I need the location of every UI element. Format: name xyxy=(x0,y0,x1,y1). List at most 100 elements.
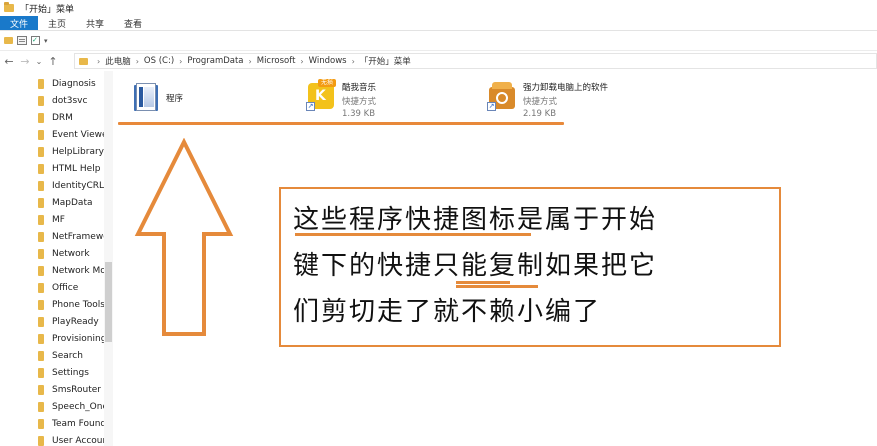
breadcrumb-separator: › xyxy=(97,56,101,66)
shortcut-arrow-icon: ↗ xyxy=(487,102,496,111)
file-item-programs[interactable]: 程序 xyxy=(132,81,183,113)
sidebar-item-playready[interactable]: PlayReady xyxy=(38,313,106,330)
sidebar-item-mapdata[interactable]: MapData xyxy=(38,194,106,211)
sidebar-item-diagnosis[interactable]: Diagnosis xyxy=(38,75,106,92)
address-row: ← → ⌄ ↑ › 此电脑 › OS (C:) › ProgramData › … xyxy=(0,51,877,71)
folder-icon xyxy=(38,231,44,242)
sidebar-item-phone-tools[interactable]: Phone Tools xyxy=(38,296,106,313)
sidebar-scrollbar[interactable] xyxy=(104,71,113,446)
folder-icon xyxy=(38,95,44,106)
annotation-callout: 这些程序快捷图标是属于开始 键下的快捷只能复制如果把它 们剪切走了就不赖小编了 xyxy=(279,187,781,347)
sidebar-scrollbar-thumb[interactable] xyxy=(105,262,112,342)
file-item-kuwo-music[interactable]: K 无损 ↗ 酷我音乐 快捷方式 1.39 KB xyxy=(306,79,376,119)
breadcrumb-microsoft[interactable]: Microsoft xyxy=(257,56,296,66)
folder-icon xyxy=(38,248,44,259)
breadcrumb-separator: › xyxy=(179,56,183,66)
sidebar-item-dot3svc[interactable]: dot3svc xyxy=(38,92,106,109)
breadcrumb-windows[interactable]: Windows xyxy=(309,56,347,66)
folder-icon xyxy=(38,129,44,140)
quick-access-toolbar: ✓ ▾ xyxy=(0,31,877,51)
folder-icon xyxy=(38,146,44,157)
file-type: 快捷方式 xyxy=(342,97,377,107)
sidebar-item-event-viewer[interactable]: Event Viewer xyxy=(38,126,106,143)
breadcrumb-programdata[interactable]: ProgramData xyxy=(187,56,243,66)
folder-icon xyxy=(38,384,44,395)
breadcrumb-os-c[interactable]: OS (C:) xyxy=(144,56,174,66)
sidebar-item-mf[interactable]: MF xyxy=(38,211,106,228)
annotation-text-underline xyxy=(295,233,531,236)
back-arrow-icon[interactable]: ← xyxy=(2,55,16,68)
navigation-pane: Diagnosis dot3svc DRM Event Viewer HelpL… xyxy=(0,71,113,446)
kuwo-music-icon: K 无损 ↗ xyxy=(306,79,336,111)
folder-icon[interactable] xyxy=(4,37,13,44)
folder-icon xyxy=(38,197,44,208)
annotation-underline xyxy=(118,122,564,125)
sidebar-item-network-mon[interactable]: Network Mon xyxy=(38,262,106,279)
file-name: 酷我音乐 xyxy=(342,83,377,93)
tab-home[interactable]: 主页 xyxy=(38,16,76,30)
program-folder-icon xyxy=(132,81,160,113)
annotation-line-1: 这些程序快捷图标是属于开始 xyxy=(293,205,658,235)
file-size: 2.19 KB xyxy=(523,109,557,119)
folder-icon xyxy=(38,333,44,344)
address-bar[interactable]: › 此电脑 › OS (C:) › ProgramData › Microsof… xyxy=(74,53,877,69)
sidebar-item-netframework[interactable]: NetFramework xyxy=(38,228,106,245)
sidebar-item-speech-one[interactable]: Speech_One xyxy=(38,398,106,415)
folder-icon xyxy=(38,282,44,293)
folder-icon xyxy=(38,401,44,412)
file-size: 1.39 KB xyxy=(342,109,376,119)
sidebar-item-search[interactable]: Search xyxy=(38,347,106,364)
folder-icon xyxy=(38,163,44,174)
tab-file[interactable]: 文件 xyxy=(0,16,39,30)
folder-icon xyxy=(38,435,44,446)
lossless-badge: 无损 xyxy=(318,79,336,87)
customize-toolbar-arrow[interactable]: ▾ xyxy=(44,37,48,45)
file-name: 强力卸载电脑上的软件 xyxy=(523,83,609,93)
window-title: 「开始」菜单 xyxy=(20,4,75,15)
tab-share[interactable]: 共享 xyxy=(76,16,114,30)
file-type: 快捷方式 xyxy=(523,97,558,107)
properties-icon[interactable] xyxy=(17,36,27,45)
sidebar-item-html-help[interactable]: HTML Help xyxy=(38,160,106,177)
breadcrumb-separator: › xyxy=(248,56,252,66)
title-bar: 「开始」菜单 xyxy=(0,0,877,16)
sidebar-item-network[interactable]: Network xyxy=(38,245,106,262)
sidebar-item-provisioning[interactable]: Provisioning xyxy=(38,330,106,347)
checkbox-icon[interactable]: ✓ xyxy=(31,36,40,45)
sidebar-item-smsrouter[interactable]: SmsRouter xyxy=(38,381,106,398)
folder-icon xyxy=(38,367,44,378)
folder-icon xyxy=(38,214,44,225)
forward-arrow-icon[interactable]: → xyxy=(18,55,32,68)
sidebar-item-user-account[interactable]: User Account xyxy=(38,432,106,446)
folder-icon xyxy=(38,78,44,89)
annotation-text-underline xyxy=(456,285,538,288)
file-item-uninstaller[interactable]: ↗ 强力卸载电脑上的软件 快捷方式 2.19 KB xyxy=(487,79,608,119)
folder-icon xyxy=(38,265,44,276)
tab-view[interactable]: 查看 xyxy=(114,16,152,30)
sidebar-item-drm[interactable]: DRM xyxy=(38,109,106,126)
folder-icon xyxy=(38,112,44,123)
annotation-line-2: 键下的快捷只能复制如果把它 xyxy=(293,251,658,281)
breadcrumb-start-menu[interactable]: 「开始」菜单 xyxy=(360,55,411,67)
recent-locations-chevron-icon[interactable]: ⌄ xyxy=(34,57,44,66)
sidebar-item-identitycrl[interactable]: IdentityCRL xyxy=(38,177,106,194)
sidebar-item-helplibrary[interactable]: HelpLibrary2 xyxy=(38,143,106,160)
file-name: 程序 xyxy=(166,94,184,104)
folder-icon xyxy=(38,180,44,191)
uninstall-box-icon: ↗ xyxy=(487,79,517,111)
sidebar-item-office[interactable]: Office xyxy=(38,279,106,296)
up-arrow-icon[interactable]: ↑ xyxy=(46,55,60,68)
folder-icon xyxy=(38,350,44,361)
breadcrumb-separator: › xyxy=(300,56,304,66)
breadcrumb-this-pc[interactable]: 此电脑 xyxy=(105,55,131,67)
folder-icon xyxy=(38,299,44,310)
breadcrumb-separator: › xyxy=(351,56,355,66)
annotation-up-arrow xyxy=(134,138,234,336)
folder-icon xyxy=(38,418,44,429)
ribbon-tabs: 文件 主页 共享 查看 xyxy=(0,16,877,31)
sidebar-item-team-found[interactable]: Team Found xyxy=(38,415,106,432)
folder-icon xyxy=(38,316,44,327)
shortcut-arrow-icon: ↗ xyxy=(306,102,315,111)
folder-icon xyxy=(4,2,14,12)
sidebar-item-settings[interactable]: Settings xyxy=(38,364,106,381)
